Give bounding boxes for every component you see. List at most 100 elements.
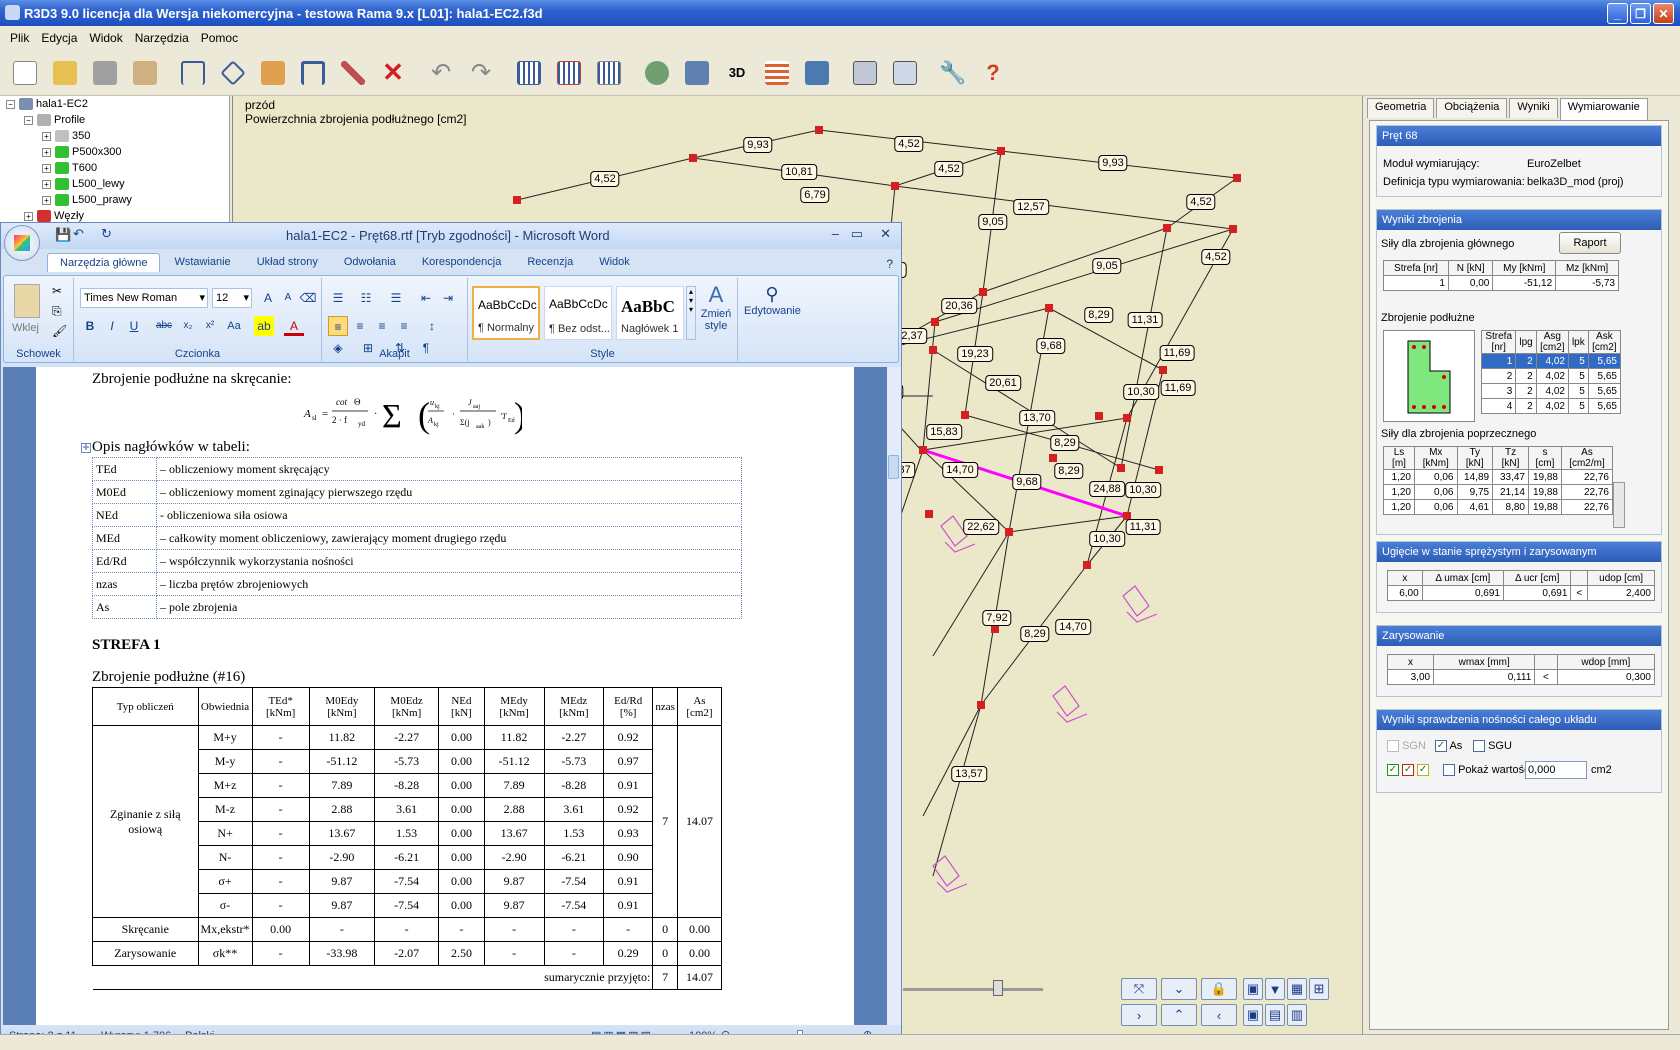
camera-button[interactable] [678, 54, 716, 92]
sgu-check-icon[interactable] [1473, 740, 1485, 753]
frame-node[interactable] [513, 196, 521, 204]
frame-node[interactable] [891, 182, 899, 190]
globe-button[interactable] [638, 54, 676, 92]
format-painter-icon[interactable]: 🖌 [52, 324, 67, 338]
view-left-button[interactable]: ‹ [1201, 1004, 1237, 1026]
office-button[interactable] [4, 225, 40, 261]
view-opt7-button[interactable]: ▥ [1287, 1004, 1307, 1026]
frame-node[interactable] [979, 288, 987, 296]
as-check-icon[interactable]: ✓ [1435, 740, 1447, 753]
minimize-button[interactable]: _ [1607, 3, 1628, 24]
grow-font-button[interactable]: A [258, 288, 278, 308]
copy-button[interactable] [254, 54, 292, 92]
expand-toggle[interactable]: + [42, 131, 51, 141]
tab-obciazenia[interactable]: Obciążenia [1436, 98, 1508, 118]
frame-node[interactable] [925, 510, 933, 518]
tab-korespondencja[interactable]: Korespondencja [410, 253, 514, 272]
strikethrough-button[interactable]: abc [154, 316, 174, 336]
open-button[interactable] [46, 54, 84, 92]
decrease-indent-button[interactable]: ⇤ [416, 288, 436, 308]
help-button[interactable]: ? [974, 54, 1012, 92]
subscript-button[interactable]: x₂ [178, 316, 198, 336]
undo-button[interactable]: ↶ [422, 54, 460, 92]
frame-button[interactable] [174, 54, 212, 92]
word-maximize-button[interactable]: ▭ [851, 226, 863, 242]
view-opt4-button[interactable]: ⊞ [1309, 978, 1329, 1000]
redo-button[interactable]: ↷ [462, 54, 500, 92]
frame-node[interactable] [977, 701, 985, 709]
node-button[interactable] [214, 54, 252, 92]
style-naglowek1[interactable]: AaBbC Nagłówek 1 [616, 286, 684, 340]
editing-button[interactable]: ⚲ Edytowanie [744, 284, 801, 317]
save-button[interactable] [86, 54, 124, 92]
multilevel-button[interactable]: ☰ [386, 288, 406, 308]
view-opt5-button[interactable]: ▣ [1243, 1004, 1263, 1026]
green-check-icon[interactable]: ✓ [1387, 764, 1399, 777]
frame-node[interactable] [1045, 304, 1053, 312]
tab-wyniki[interactable]: Wyniki [1509, 98, 1558, 118]
line-spacing-button[interactable]: ↕ [422, 316, 442, 336]
bullets-button[interactable]: ☰ [328, 288, 348, 308]
copy-icon[interactable]: ⎘ [52, 304, 62, 319]
menu-edycja[interactable]: Edycja [35, 31, 83, 45]
align-left-button[interactable]: ≡ [328, 316, 348, 336]
font-select[interactable]: Times New Roman ▾ [80, 288, 208, 308]
menu-narzedzia[interactable]: Narzędzia [129, 31, 195, 45]
align-right-button[interactable]: ≡ [372, 316, 392, 336]
table-row[interactable]: 1,20 0,06 4,61 8,80 19,88 22,76 [1383, 499, 1614, 515]
word-close-button[interactable]: ✕ [880, 226, 891, 242]
frame-node[interactable] [815, 126, 823, 134]
numbering-button[interactable]: ☷ [356, 288, 376, 308]
change-styles-button[interactable]: A Zmień style [698, 282, 734, 332]
paste-button[interactable]: Wklej [12, 322, 39, 334]
view-3d-button[interactable]: 3D [718, 54, 756, 92]
tree-item-t600[interactable]: + T600 [0, 160, 229, 176]
table-row[interactable]: 1 2 4,02 5 5,65 [1480, 353, 1622, 369]
increase-indent-button[interactable]: ⇥ [438, 288, 458, 308]
view-lock-button[interactable]: 🔒 [1201, 978, 1237, 1000]
ribbon-help-icon[interactable]: ? [886, 257, 893, 271]
tree-item-p500[interactable]: + P500x300 [0, 144, 229, 160]
sgn-check-icon[interactable] [1387, 740, 1399, 753]
justify-button[interactable]: ≡ [394, 316, 414, 336]
frame-node[interactable] [1123, 414, 1131, 422]
expand-toggle[interactable]: + [24, 211, 33, 221]
expand-toggle[interactable]: + [42, 147, 51, 157]
zoom-slider-handle[interactable] [993, 980, 1003, 996]
tools-button[interactable] [334, 54, 372, 92]
frame-node[interactable] [1233, 174, 1241, 182]
doc-scroll-thumb[interactable] [888, 455, 899, 479]
tab-recenzja[interactable]: Recenzja [515, 253, 585, 272]
frame-node[interactable] [919, 446, 927, 454]
style-bez-odstepow[interactable]: AaBbCcDc ¶ Bez odst... [544, 286, 612, 340]
table-row[interactable]: 1,20 0,06 9,75 21,14 19,88 22,76 [1383, 484, 1614, 500]
table-button[interactable] [758, 54, 796, 92]
table-row[interactable]: 3 2 4,02 5 5,65 [1480, 383, 1622, 399]
frame-node[interactable] [1229, 225, 1237, 233]
frame-node[interactable] [1049, 454, 1057, 462]
font-size-select[interactable]: 12 ▾ [212, 288, 252, 308]
table-row[interactable]: 1 0,00 -51,12 -5,73 [1383, 275, 1619, 291]
frame-node[interactable] [1163, 224, 1171, 232]
bars-button[interactable] [294, 54, 332, 92]
frame-node[interactable] [1159, 366, 1167, 374]
highlight-button[interactable]: ab [254, 316, 274, 336]
poprz-scrollbar[interactable] [1613, 482, 1625, 528]
frame-node[interactable] [1083, 561, 1091, 569]
table-move-handle[interactable]: ✛ [81, 443, 91, 453]
settings-button[interactable]: 🔧 [934, 54, 972, 92]
bold-button[interactable]: B [80, 316, 100, 336]
view-up-button[interactable]: ⌃ [1161, 1004, 1197, 1026]
word-minimize-button[interactable]: – [832, 226, 839, 241]
close-button[interactable]: ✕ [1653, 3, 1674, 24]
table-row[interactable]: 1,20 0,06 14,89 33,47 19,88 22,76 [1383, 469, 1614, 485]
maximize-button[interactable]: ❐ [1630, 3, 1651, 24]
tree-item-350[interactable]: +350 [0, 128, 229, 144]
align-center-button[interactable]: ≡ [350, 316, 370, 336]
as-checkbox[interactable]: ✓ As [1435, 740, 1462, 753]
pokaz-value-input[interactable] [1525, 761, 1587, 779]
tab-geometria[interactable]: Geometria [1367, 98, 1435, 118]
quick-undo-icon[interactable]: ↶ [73, 226, 84, 242]
yellow-check-icon[interactable]: ✓ [1417, 764, 1430, 777]
table-row[interactable]: 4 2 4,02 5 5,65 [1480, 398, 1622, 414]
